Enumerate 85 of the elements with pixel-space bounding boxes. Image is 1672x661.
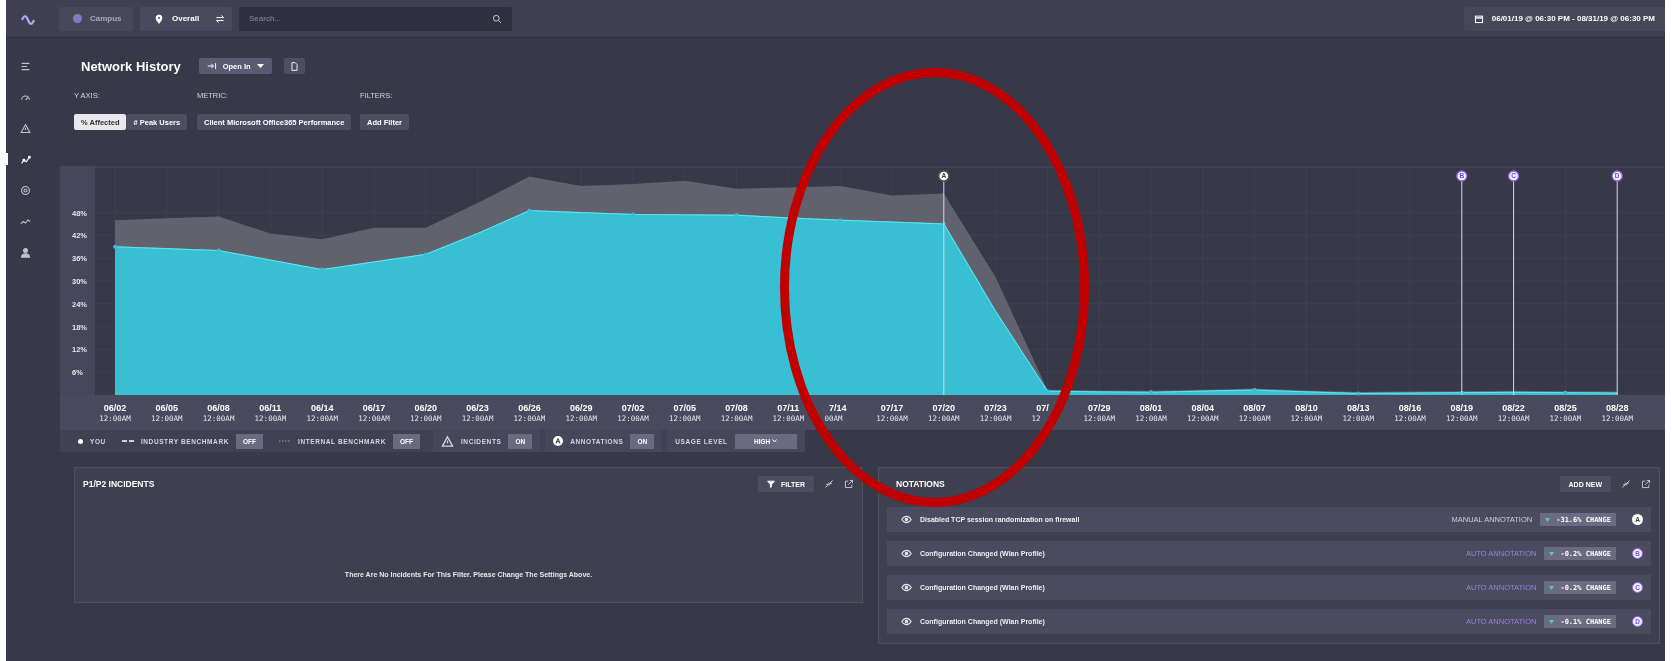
document-icon — [289, 61, 299, 71]
x-tick-date: 07/08 — [725, 403, 748, 413]
x-tick-date: 06/17 — [362, 403, 386, 413]
x-tick-date: 08/25 — [1554, 403, 1577, 413]
page-title: Network History — [81, 58, 181, 74]
x-tick-date: 07/20 — [932, 403, 956, 413]
x-tick-date: 06/02 — [103, 403, 127, 413]
globe-icon — [73, 14, 82, 23]
eye-icon — [901, 514, 912, 525]
export-arrow-icon — [206, 61, 217, 71]
x-tick-date: 06/11 — [259, 403, 282, 413]
x-tick-date: 08/22 — [1502, 403, 1525, 413]
target-icon — [19, 184, 31, 196]
caret-icon — [256, 64, 264, 68]
x-tick-date: 08/07 — [1243, 403, 1266, 413]
chevron-icon — [772, 439, 778, 443]
x-tick-date: 08/28 — [1605, 403, 1629, 413]
data-point — [838, 218, 843, 223]
data-point — [1459, 390, 1464, 395]
data-point — [1045, 389, 1050, 394]
data-point — [216, 248, 221, 253]
filter-icon — [767, 480, 775, 488]
eye-icon — [901, 548, 912, 559]
external-link-icon — [1641, 479, 1651, 489]
external-link-icon — [844, 479, 854, 489]
x-tick-date: 07/17 — [880, 403, 904, 413]
x-tick-date: 06/20 — [414, 403, 438, 413]
x-tick-date: 06/08 — [207, 403, 230, 413]
dashed-line-icon — [121, 440, 134, 442]
dotted-line-icon — [279, 440, 291, 442]
data-point — [941, 222, 946, 226]
data-point — [631, 212, 635, 217]
x-tick-date: 07/02 — [621, 403, 645, 413]
menu-icon — [19, 60, 31, 72]
swap-icon — [215, 13, 226, 24]
data-point — [320, 267, 325, 272]
data-point — [113, 244, 117, 249]
x-tick-date: 08/16 — [1398, 403, 1422, 413]
down-triangle-icon — [1549, 585, 1555, 590]
calendar-icon — [1473, 13, 1484, 24]
x-tick-date: 08/10 — [1295, 403, 1318, 413]
data-point — [527, 208, 532, 213]
search-icon — [492, 13, 502, 24]
collapse-icon — [824, 479, 834, 489]
dot-icon — [78, 438, 83, 444]
x-tick-date: 06/14 — [310, 403, 334, 413]
panel-title: P1/P2 INCIDENTS — [83, 479, 156, 489]
data-point — [1356, 391, 1361, 396]
x-tick-date: 08/01 — [1139, 403, 1163, 413]
eye-icon — [901, 582, 912, 593]
date-range-selector[interactable]: 06/01/19 @ 06:30 PM - 08/31/19 @ 06:30 PM — [1463, 6, 1665, 31]
x-tick-date: 07/29 — [1087, 403, 1111, 413]
data-point — [1252, 388, 1257, 393]
pin-icon — [154, 13, 164, 24]
scope-selector[interactable]: Campus — [59, 6, 133, 31]
data-point — [423, 252, 428, 257]
x-tick-date: 06/23 — [466, 403, 489, 413]
warning-icon — [440, 434, 454, 448]
data-point — [734, 213, 739, 218]
eye-icon — [901, 616, 912, 627]
x-tick-date: 07/ — [1036, 403, 1049, 413]
down-triangle-icon — [1549, 619, 1555, 624]
x-tick-date: 06/26 — [518, 403, 541, 413]
down-triangle-icon — [1545, 517, 1551, 522]
collapse-icon — [1621, 479, 1631, 489]
person-icon — [19, 246, 31, 258]
panel-title: NOTATIONS — [895, 479, 946, 489]
data-point — [1563, 390, 1568, 395]
location-selector[interactable]: Overall — [140, 6, 232, 31]
annotation-icon — [553, 436, 564, 446]
x-tick-date: 7/14 — [828, 403, 847, 413]
down-triangle-icon — [1549, 551, 1555, 556]
chart-icon — [19, 153, 31, 165]
x-tick-date: 08/13 — [1346, 403, 1370, 413]
search-field[interactable]: Search... — [239, 6, 512, 31]
x-tick-date: 08/19 — [1450, 403, 1474, 413]
x-tick-date: 07/11 — [777, 403, 800, 413]
annotation-marker[interactable] — [1507, 170, 1520, 182]
x-tick-date: 08/04 — [1191, 403, 1215, 413]
x-tick-date: 06/05 — [155, 403, 179, 413]
x-tick-date: 06/29 — [569, 403, 593, 413]
x-tick-date: 07/05 — [673, 403, 697, 413]
pdf-button[interactable] — [283, 58, 305, 74]
x-tick-date: 07/23 — [984, 403, 1007, 413]
warning-icon — [19, 122, 31, 134]
